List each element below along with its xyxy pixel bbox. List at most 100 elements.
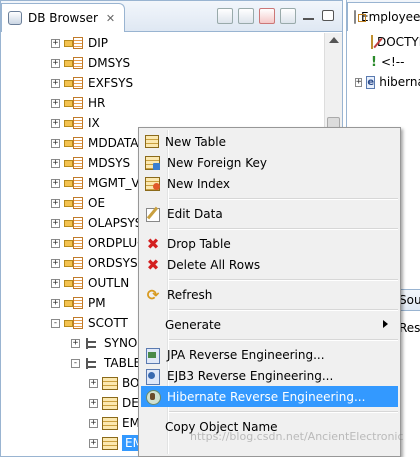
menu-item-new-index[interactable]: New Index [141, 173, 398, 194]
schema-icon [64, 156, 84, 170]
expand-icon[interactable]: + [51, 298, 60, 308]
menu-item-label: EJB3 Reverse Engineering... [167, 368, 334, 383]
index-icon [145, 176, 161, 192]
doctype-icon [371, 35, 373, 49]
menu-item-drop-table[interactable]: ✖ Drop Table [141, 233, 398, 254]
context-menu: New Table New Foreign Key New Index Edit… [138, 127, 401, 457]
tree-node-exfsys[interactable]: + EXFSYS [51, 73, 133, 93]
expand-icon[interactable]: + [89, 378, 98, 388]
outline-item-hibernate[interactable]: + e hibernate [347, 72, 420, 92]
maximize-icon[interactable] [322, 10, 334, 21]
ejb3-icon [145, 368, 161, 385]
tree-node-outln[interactable]: + OUTLN [51, 273, 129, 293]
db-browser-tab[interactable]: DB Browser ✕ [1, 3, 125, 32]
tree-node-label: ORDSYS [88, 256, 138, 270]
hibernate-icon [145, 389, 161, 405]
tree-node-label: OUTLN [88, 276, 130, 290]
tree-node-olapsys[interactable]: + OLAPSYS [51, 213, 142, 233]
outline-item-comment[interactable]: ! <!-- [347, 52, 420, 72]
watermark: https://blog.csdn.net/AncientElectronic [190, 430, 404, 443]
disconnect-icon[interactable] [259, 8, 275, 24]
tree-node-oe[interactable]: + OE [51, 193, 105, 213]
schema-icon [64, 256, 84, 270]
menu-item-delete-all-rows[interactable]: ✖ Delete All Rows [141, 254, 398, 275]
menu-item-label: Edit Data [167, 206, 223, 221]
tree-node-hr[interactable]: + HR [51, 93, 105, 113]
tree-node-mddata[interactable]: + MDDATA [51, 133, 139, 153]
menu-item-label: New Foreign Key [167, 155, 267, 170]
expand-icon[interactable]: + [51, 158, 60, 168]
tree-node-dip[interactable]: + DIP [51, 33, 108, 53]
tree-node-ix[interactable]: + IX [51, 113, 100, 133]
schema-icon [64, 216, 84, 230]
menu-item-generate[interactable]: Generate [141, 314, 398, 335]
expand-icon[interactable]: + [89, 398, 98, 408]
view-menu-icon[interactable] [280, 8, 296, 24]
tree-node-scott[interactable]: - SCOTT [51, 313, 128, 333]
tree-node-label: HR [88, 96, 106, 110]
schema-icon [64, 176, 84, 190]
expand-icon[interactable]: + [51, 198, 60, 208]
menu-item-hibernate-reverse-engineering[interactable]: Hibernate Reverse Engineering... [141, 386, 398, 407]
table-icon [102, 416, 118, 430]
jpa-icon [145, 347, 161, 364]
db-browser-tab-bar: DB Browser ✕ [1, 1, 342, 32]
expand-icon[interactable]: + [51, 78, 60, 88]
expand-icon[interactable]: + [71, 338, 80, 348]
table-icon [102, 436, 118, 450]
expand-icon[interactable]: + [89, 418, 98, 428]
folder-tree-icon [84, 336, 100, 350]
menu-item-new-foreign-key[interactable]: New Foreign Key [141, 152, 398, 173]
tree-node-label: SCOTT [88, 316, 128, 330]
expand-icon[interactable]: + [51, 178, 60, 188]
schema-icon [64, 76, 84, 90]
tree-node-ordsys[interactable]: + ORDSYS [51, 253, 138, 273]
menu-item-label: New Index [167, 176, 231, 191]
menu-item-label: Hibernate Reverse Engineering... [167, 389, 366, 404]
expand-icon[interactable]: + [355, 77, 363, 87]
expand-icon[interactable]: + [51, 38, 60, 48]
tree-node-mdsys[interactable]: + MDSYS [51, 153, 130, 173]
tree-node-pm[interactable]: + PM [51, 293, 106, 313]
employee-tab-bar: Employee [347, 0, 420, 31]
expand-icon[interactable]: + [51, 138, 60, 148]
collapse-icon[interactable]: - [51, 318, 60, 328]
menu-item-label: Generate [165, 317, 222, 332]
tree-node-label: IX [88, 116, 100, 130]
menu-item-refresh[interactable]: ⟳ Refresh [141, 284, 398, 305]
employee-tab-label: Employee [361, 10, 420, 24]
tree-node-label: EXFSYS [88, 76, 134, 90]
connect-icon[interactable] [238, 8, 254, 24]
expand-icon[interactable]: + [51, 238, 60, 248]
schema-icon [64, 276, 84, 290]
expand-icon[interactable]: + [51, 258, 60, 268]
delete-icon: ✖ [146, 234, 160, 253]
menu-item-label: Drop Table [167, 236, 231, 251]
minimize-icon[interactable] [301, 8, 317, 24]
delete-icon: ✖ [146, 255, 160, 274]
menu-item-new-table[interactable]: New Table [141, 131, 398, 152]
expand-icon[interactable]: + [51, 98, 60, 108]
menu-separator [169, 279, 398, 281]
expand-icon[interactable]: + [51, 118, 60, 128]
menu-item-ejb3-reverse-engineering[interactable]: EJB3 Reverse Engineering... [141, 365, 398, 386]
outline-item-doctype[interactable]: DOCTYPE [347, 32, 420, 52]
menu-item-jpa-reverse-engineering[interactable]: JPA Reverse Engineering... [141, 344, 398, 365]
tree-node-label: MDSYS [88, 156, 131, 170]
expand-icon[interactable]: + [89, 438, 98, 448]
close-icon[interactable]: ✕ [106, 12, 115, 25]
expand-icon[interactable]: + [51, 278, 60, 288]
employee-tab[interactable]: Employee [347, 2, 420, 31]
schema-icon [64, 196, 84, 210]
collapse-icon[interactable]: - [71, 358, 80, 368]
menu-item-label: JPA Reverse Engineering... [167, 347, 325, 362]
scroll-up-icon[interactable] [329, 37, 339, 43]
expand-icon[interactable]: + [51, 58, 60, 68]
collapse-all-icon[interactable] [217, 8, 233, 24]
menu-item-edit-data[interactable]: Edit Data [141, 203, 398, 224]
menu-item-label: Refresh [167, 287, 213, 302]
expand-icon[interactable]: + [51, 218, 60, 228]
foreign-key-icon [145, 155, 161, 171]
outline-item-label: hibernate [379, 75, 420, 89]
tree-node-dmsys[interactable]: + DMSYS [51, 53, 130, 73]
